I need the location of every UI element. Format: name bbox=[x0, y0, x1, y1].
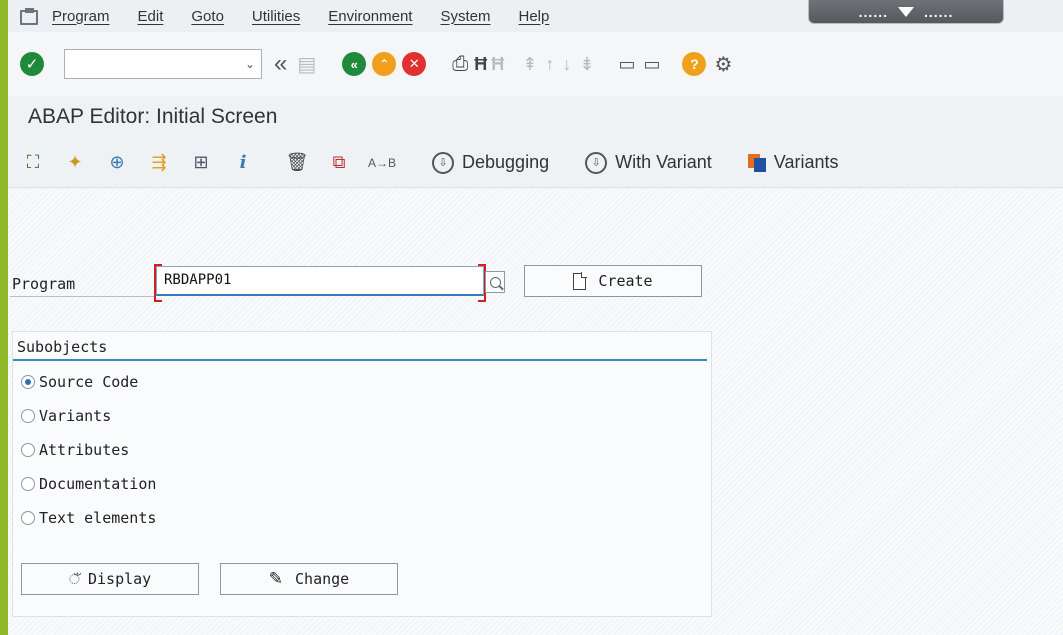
glasses-icon: ഁ bbox=[68, 570, 80, 587]
radio-label: Variants bbox=[39, 407, 112, 425]
create-button[interactable]: Create bbox=[524, 265, 702, 297]
page-title: ABAP Editor: Initial Screen bbox=[28, 105, 278, 128]
debugging-button[interactable]: ⇩ Debugging bbox=[432, 151, 550, 174]
copy-icon[interactable]: ⧉ bbox=[326, 150, 352, 176]
value-help-button[interactable] bbox=[485, 271, 505, 293]
find-next-icon[interactable]: Ħ bbox=[491, 50, 504, 78]
dots-left: ...... bbox=[858, 3, 888, 20]
execute-icon[interactable]: ⊕ bbox=[104, 150, 130, 176]
back-double-chevron-icon[interactable]: « bbox=[274, 50, 287, 78]
exit-icon[interactable]: ⌃ bbox=[372, 52, 397, 76]
settings-icon[interactable]: ⚙ bbox=[714, 50, 732, 78]
subobjects-title: Subobjects bbox=[17, 338, 108, 356]
chevron-down-icon bbox=[898, 6, 914, 17]
last-page-icon[interactable]: ⇟ bbox=[579, 50, 594, 78]
new-session-icon[interactable]: ▭ bbox=[618, 50, 635, 78]
next-page-icon[interactable]: ↓ bbox=[562, 50, 571, 78]
chevron-down-icon[interactable]: ⌄ bbox=[245, 57, 255, 71]
window-control-handle[interactable]: ...... ...... bbox=[808, 0, 1004, 24]
command-field[interactable]: ⌄ bbox=[64, 49, 262, 79]
print-icon[interactable]: ⎙ bbox=[452, 50, 468, 78]
back-icon[interactable]: « bbox=[342, 52, 367, 76]
menu-bar: Program Edit Goto Utilities Environment … bbox=[8, 0, 1063, 32]
radio-text-elements[interactable]: Text elements bbox=[21, 509, 156, 527]
shortcut-icon[interactable]: ▭ bbox=[643, 50, 660, 78]
with-variant-button[interactable]: ⇩ With Variant bbox=[585, 151, 712, 174]
find-icon[interactable]: Ħ bbox=[474, 50, 487, 78]
search-icon bbox=[489, 276, 501, 288]
main-content: Program Create Subobjects Source Code Va… bbox=[8, 189, 1063, 635]
variants-button[interactable]: Variants bbox=[747, 152, 839, 173]
debugging-label: Debugging bbox=[462, 152, 550, 172]
menu-utilities[interactable]: Utilities bbox=[252, 8, 300, 25]
variants-icon bbox=[747, 153, 766, 172]
radio-label: Attributes bbox=[39, 441, 130, 459]
system-toolbar: ✓ ⌄ « ▤ « ⌃ ✕ ⎙ Ħ Ħ ⇞ ↑ ↓ ⇟ ▭ ▭ ? ⚙ bbox=[8, 32, 1063, 96]
radio-label: Source Code bbox=[39, 373, 139, 391]
radio-label: Text elements bbox=[39, 509, 157, 527]
command-input[interactable] bbox=[65, 50, 235, 78]
radio-attributes[interactable]: Attributes bbox=[21, 441, 129, 459]
radio-source-code[interactable]: Source Code bbox=[21, 373, 138, 391]
menu-goto[interactable]: Goto bbox=[191, 8, 224, 25]
radio-button[interactable] bbox=[21, 477, 35, 491]
subobjects-group: Subobjects Source Code Variants Attribut… bbox=[12, 331, 712, 617]
radio-button[interactable] bbox=[21, 511, 35, 525]
change-button[interactable]: ✎ Change bbox=[220, 563, 398, 595]
hierarchy-icon[interactable]: ⊞ bbox=[188, 150, 214, 176]
radio-documentation[interactable]: Documentation bbox=[21, 475, 156, 493]
menu-program[interactable]: Program bbox=[52, 8, 110, 25]
pencil-icon: ✎ bbox=[268, 569, 284, 588]
help-icon[interactable]: ? bbox=[682, 52, 707, 76]
delete-icon[interactable]: 🗑 bbox=[284, 150, 310, 176]
dots-right: ...... bbox=[924, 3, 954, 20]
radio-button[interactable] bbox=[21, 443, 35, 457]
magic-wand-icon[interactable]: ✦ bbox=[62, 150, 88, 176]
program-input[interactable] bbox=[157, 267, 457, 293]
first-page-icon[interactable]: ⇞ bbox=[522, 50, 537, 78]
where-used-icon[interactable]: ⇶ bbox=[146, 150, 172, 176]
debug-icon: ⇩ bbox=[432, 151, 455, 174]
label-underline bbox=[10, 296, 154, 297]
program-field[interactable] bbox=[154, 264, 486, 302]
radio-label: Documentation bbox=[39, 475, 157, 493]
document-icon bbox=[573, 271, 588, 290]
system-menu-icon[interactable] bbox=[20, 8, 38, 25]
title-bar: ABAP Editor: Initial Screen bbox=[8, 96, 1063, 138]
with-variant-label: With Variant bbox=[615, 152, 712, 172]
menu-help[interactable]: Help bbox=[519, 8, 550, 25]
radio-button-selected[interactable] bbox=[21, 375, 35, 389]
group-divider bbox=[13, 359, 707, 361]
execute-variant-icon: ⇩ bbox=[585, 151, 608, 174]
program-label: Program bbox=[12, 275, 76, 293]
variants-label: Variants bbox=[773, 152, 839, 172]
application-toolbar: ⛶ ✦ ⊕ ⇶ ⊞ i 🗑 ⧉ A→B ⇩ Debugging ⇩ With V… bbox=[8, 138, 1063, 188]
display-label: Display bbox=[87, 570, 152, 588]
display-button[interactable]: ഁ Display bbox=[21, 563, 199, 595]
info-icon[interactable]: i bbox=[230, 150, 256, 176]
change-label: Change bbox=[295, 570, 350, 588]
menu-environment[interactable]: Environment bbox=[328, 8, 412, 25]
menu-system[interactable]: System bbox=[440, 8, 490, 25]
cancel-icon[interactable]: ✕ bbox=[402, 52, 427, 76]
create-label: Create bbox=[598, 272, 653, 290]
previous-page-icon[interactable]: ↑ bbox=[545, 50, 554, 78]
radio-button[interactable] bbox=[21, 409, 35, 423]
rename-icon[interactable]: A→B bbox=[368, 150, 396, 176]
menu-edit[interactable]: Edit bbox=[138, 8, 164, 25]
save-icon[interactable]: ▤ bbox=[297, 50, 316, 78]
left-accent-bar bbox=[0, 0, 8, 635]
enter-check-icon[interactable]: ✓ bbox=[20, 52, 44, 76]
object-list-icon[interactable]: ⛶ bbox=[20, 150, 46, 176]
radio-variants[interactable]: Variants bbox=[21, 407, 111, 425]
